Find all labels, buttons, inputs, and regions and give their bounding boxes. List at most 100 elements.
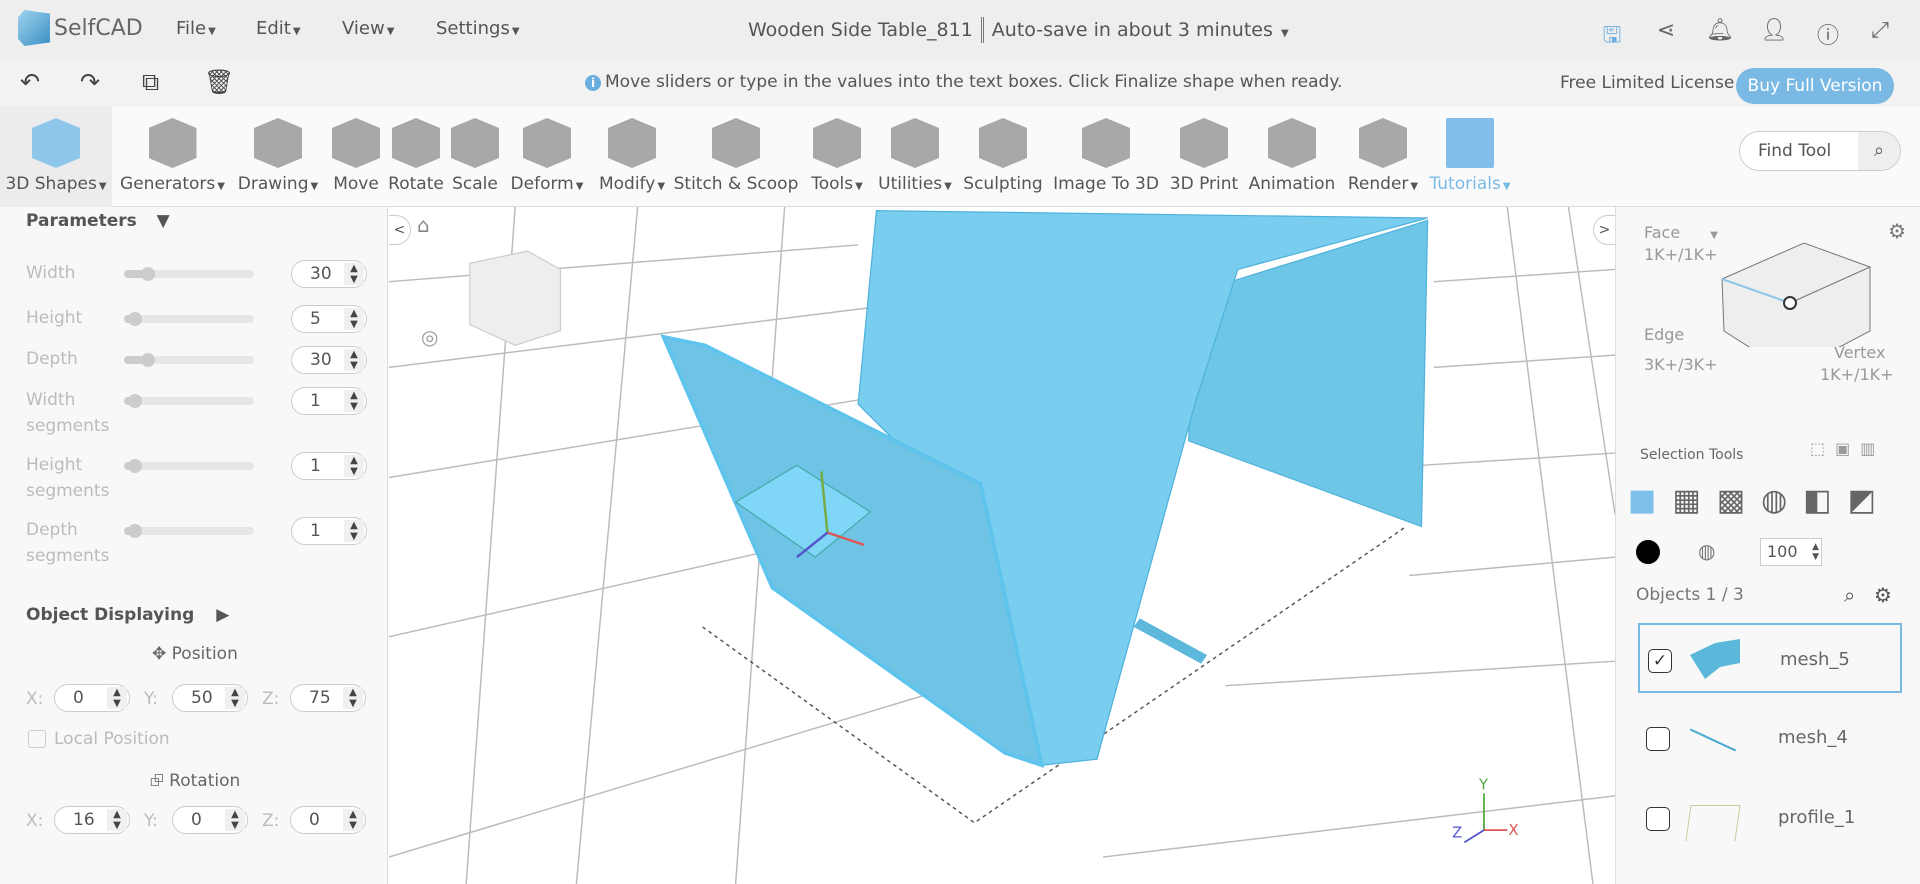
rotation-x-input[interactable]: 16 ▲ ▼: [54, 806, 130, 834]
rotation-y-label: Y:: [144, 811, 158, 831]
3d-viewport[interactable]: Y X Z < > ⌂ ◎: [389, 207, 1615, 884]
param-slider[interactable]: [124, 267, 254, 281]
param-input[interactable]: 30 ▲ ▼: [291, 260, 367, 288]
tool-scale[interactable]: Scale: [449, 106, 501, 207]
tool-move[interactable]: Move: [328, 106, 384, 207]
position-x-input[interactable]: 0 ▲ ▼: [54, 684, 130, 712]
object-checkbox[interactable]: [1646, 807, 1670, 831]
position-z-input[interactable]: 75 ▲ ▼: [290, 684, 366, 712]
param-slider[interactable]: [124, 459, 254, 473]
tool-label: Image To 3D: [1053, 174, 1159, 194]
tool-render[interactable]: Render ▼: [1343, 106, 1423, 207]
undo-icon[interactable]: ↶: [20, 68, 40, 96]
select-faces-icon[interactable]: ▦: [1672, 483, 1700, 518]
redo-icon[interactable]: ↷: [80, 68, 100, 96]
selection-diagram: [1721, 242, 1871, 347]
copy-icon[interactable]: ⧉: [142, 68, 159, 96]
fullscreen-icon[interactable]: ⤢: [1866, 18, 1894, 43]
vertex-count: 1K+/1K+: [1820, 365, 1894, 384]
param-slider[interactable]: [124, 394, 254, 408]
select-cube-icon[interactable]: ◧: [1803, 483, 1831, 518]
parameters-heading[interactable]: Parameters ▼: [26, 211, 170, 231]
local-position-checkbox[interactable]: Local Position: [28, 729, 170, 749]
menu-edit[interactable]: Edit ▼: [256, 18, 301, 39]
select-sphere-icon[interactable]: ◍: [1761, 483, 1787, 518]
menu-file[interactable]: File ▼: [176, 18, 216, 39]
opacity-input[interactable]: 100 ▲ ▼: [1760, 538, 1822, 566]
target-icon[interactable]: ◎: [421, 325, 438, 349]
home-icon[interactable]: ⌂: [417, 213, 430, 237]
share-icon[interactable]: ⋖: [1652, 18, 1680, 43]
object-displaying-heading[interactable]: Object Displaying ▶: [26, 605, 229, 625]
param-input[interactable]: 1 ▲ ▼: [291, 452, 367, 480]
param-slider[interactable]: [124, 353, 254, 367]
select-polygons-icon[interactable]: ▩: [1717, 483, 1745, 518]
objects-count: Objects 1 / 3: [1636, 585, 1744, 605]
param-label: Depth: [26, 349, 78, 369]
param-slider[interactable]: [124, 312, 254, 326]
param-input[interactable]: 5 ▲ ▼: [291, 305, 367, 333]
param-input[interactable]: 1 ▲ ▼: [291, 517, 367, 545]
tool-deform[interactable]: Deform ▼: [503, 106, 591, 207]
tool-image-to-3d[interactable]: Image To 3D: [1049, 106, 1163, 207]
selfcad-logo[interactable]: SelfCAD: [18, 10, 143, 46]
selection-tools-label: Selection Tools: [1640, 447, 1744, 463]
selection-panel: Face ▼ 1K+/1K+ Edge 3K+/3K+ Vertex 1K+/1K…: [1615, 207, 1920, 884]
tool-stitch-scoop[interactable]: Stitch & Scoop: [672, 106, 800, 207]
rotation-z-input[interactable]: 0 ▲ ▼: [290, 806, 366, 834]
tool-icon: [1359, 118, 1407, 168]
tool-sculpting[interactable]: Sculpting: [959, 106, 1047, 207]
object-checkbox[interactable]: ✓: [1648, 649, 1672, 673]
info-icon[interactable]: ⓘ: [1814, 18, 1842, 50]
param-input[interactable]: 30 ▲ ▼: [291, 346, 367, 374]
tool-tools[interactable]: Tools ▼: [803, 106, 871, 207]
object-list-item[interactable]: profile_1: [1638, 783, 1902, 853]
gear-icon[interactable]: ⚙: [1888, 219, 1906, 243]
license-label: Free Limited License: [1560, 73, 1735, 93]
wireframe-icon[interactable]: ◍: [1698, 539, 1715, 563]
object-list-item[interactable]: ✓ mesh_5: [1638, 623, 1902, 693]
find-tool-input[interactable]: Find Tool ⌕: [1739, 131, 1901, 171]
search-objects-icon[interactable]: ⌕: [1844, 583, 1855, 607]
tool-label: 3D Shapes: [5, 174, 97, 194]
buy-full-version-button[interactable]: Buy Full Version: [1736, 68, 1894, 104]
tool-3d-shapes[interactable]: 3D Shapes ▼: [0, 106, 112, 207]
bell-icon[interactable]: 🔔︎: [1706, 18, 1734, 43]
tool-rotate[interactable]: Rotate: [385, 106, 447, 207]
user-icon[interactable]: 👤︎: [1760, 18, 1788, 43]
menu-view[interactable]: View ▼: [342, 18, 394, 39]
tool-utilities[interactable]: Utilities ▼: [873, 106, 957, 207]
param-slider[interactable]: [124, 524, 254, 538]
menu-settings[interactable]: Settings ▼: [436, 18, 520, 39]
object-list-item[interactable]: mesh_4: [1638, 703, 1902, 773]
rotation-y-input[interactable]: 0 ▲ ▼: [172, 806, 248, 834]
collapse-right-panel-button[interactable]: >: [1593, 215, 1615, 245]
file-name[interactable]: Wooden Side Table_811: [748, 19, 973, 41]
tool-drawing[interactable]: Drawing ▼: [232, 106, 324, 207]
tool-modify[interactable]: Modify ▼: [593, 106, 671, 207]
select-plane-icon[interactable]: ◩: [1848, 483, 1876, 518]
delete-icon[interactable]: 🗑︎: [204, 68, 234, 96]
objects-settings-icon[interactable]: ⚙: [1874, 583, 1892, 607]
param-input[interactable]: 1 ▲ ▼: [291, 387, 367, 415]
app-name: SelfCAD: [54, 15, 143, 41]
search-icon[interactable]: ⌕: [1858, 132, 1900, 170]
save-icon[interactable]: 🖫: [1598, 18, 1626, 56]
autosave-dropdown[interactable]: Auto-save in about 3 minutes ▼: [992, 19, 1289, 41]
info-icon: i: [585, 75, 601, 91]
tool-animation[interactable]: Animation: [1245, 106, 1339, 207]
position-y-input[interactable]: 50 ▲ ▼: [172, 684, 248, 712]
selection-mode-icons[interactable]: ⬚▣▥: [1810, 439, 1885, 458]
tool-label: Animation: [1248, 174, 1336, 194]
tool-3d-print[interactable]: 3D Print: [1165, 106, 1243, 207]
tool-label: Sculpting: [963, 174, 1043, 194]
tool-generators[interactable]: Generators ▼: [115, 106, 230, 207]
tool-label: Drawing: [237, 174, 309, 194]
color-picker[interactable]: [1636, 540, 1660, 564]
selection-mode-dropdown[interactable]: Face ▼: [1644, 223, 1718, 242]
select-object-icon[interactable]: ■: [1628, 483, 1656, 518]
tool-icon: [392, 118, 440, 168]
object-name: mesh_4: [1778, 727, 1848, 748]
object-checkbox[interactable]: [1646, 727, 1670, 751]
tool-tutorials[interactable]: Tutorials ▼: [1426, 106, 1514, 207]
